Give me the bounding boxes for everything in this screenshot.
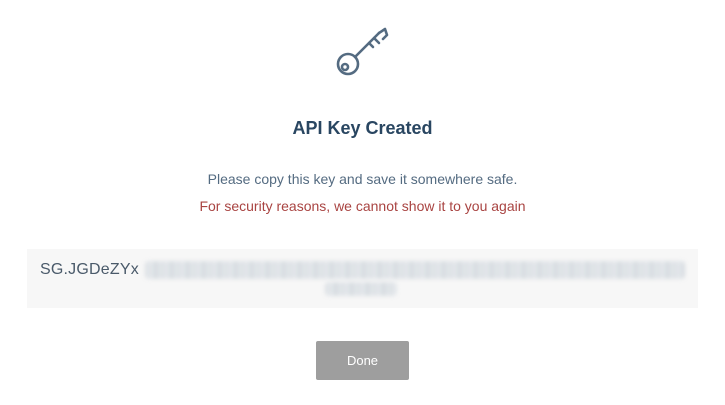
api-key-created-dialog: API Key Created Please copy this key and… (0, 0, 725, 405)
api-key-visible-prefix: SG.JGDeZYx (40, 261, 139, 278)
api-key-field[interactable]: SG.JGDeZYx (27, 249, 698, 308)
done-button[interactable]: Done (316, 341, 409, 380)
key-icon (336, 27, 389, 76)
api-key-redacted-line-1 (145, 261, 685, 279)
api-key-redacted-line-2 (325, 282, 397, 296)
security-warning: For security reasons, we cannot show it … (199, 198, 526, 214)
dialog-title: API Key Created (292, 118, 433, 138)
dialog-subtitle: Please copy this key and save it somewhe… (207, 171, 518, 187)
